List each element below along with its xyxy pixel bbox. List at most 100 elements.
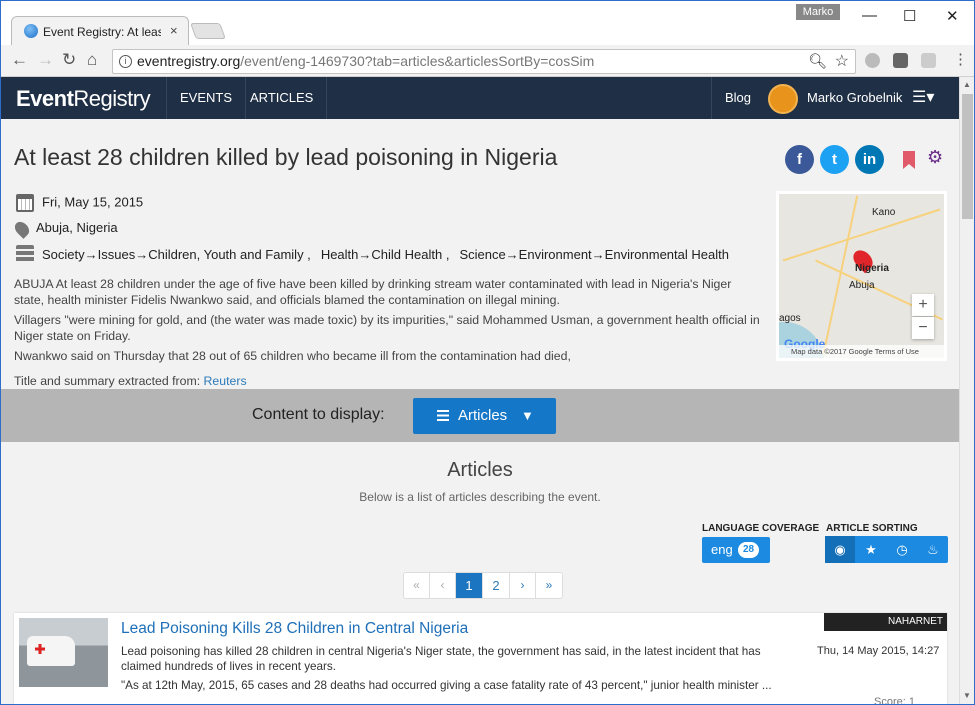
tab-close-button[interactable]: × [170,23,178,38]
reload-icon[interactable]: ↻ [62,50,76,70]
hamburger-menu-icon[interactable]: ☰▾ [912,77,934,119]
content-display-value: Articles [458,407,508,424]
map-terms[interactable]: Terms of Use [875,347,919,356]
article-thumbnail[interactable] [19,618,108,687]
sort-time-icon[interactable]: ◷ [887,536,917,563]
pager-prev[interactable]: ‹ [430,573,456,598]
avatar[interactable] [768,84,798,114]
facebook-icon[interactable]: f [785,145,814,174]
extension-icon[interactable] [921,53,936,68]
source-prefix: Title and summary extracted from: [14,374,201,388]
globe-icon [24,24,38,38]
forward-icon[interactable]: → [37,50,54,70]
map-label: Abuja [849,280,875,291]
event-location: Abuja, Nigeria [36,220,118,235]
category-list: Society→Issues→Children, Youth and Famil… [42,247,739,262]
bookmark-star-icon[interactable]: ☆ [835,50,849,73]
article-source-badge[interactable]: NAHARNET [824,613,947,631]
profile-badge[interactable]: Marko [796,4,840,20]
scrollbar[interactable]: ▲ ▼ [959,77,974,704]
nav-events[interactable]: EVENTS [166,77,247,119]
scroll-up-icon[interactable]: ▲ [963,80,971,89]
article-date: Thu, 14 May 2015, 14:27 [817,645,940,657]
article-body: "As at 12th May, 2015, 65 cases and 28 d… [121,679,772,692]
browser-toolbar: ← → ↻ ⌂ i eventregistry.org/event/eng-14… [1,45,974,77]
extension-icon[interactable] [865,53,880,68]
content-display-dropdown[interactable]: Articles ▼ [413,398,556,434]
linkedin-icon[interactable]: in [855,145,884,174]
minimize-button[interactable]: — [862,7,877,24]
home-icon[interactable]: ⌂ [87,50,97,70]
pager-page-1[interactable]: 1 [456,573,483,598]
article-score: Score: 1 [874,696,915,705]
address-bar[interactable]: i eventregistry.org/event/eng-1469730?ta… [112,49,856,74]
pager-first[interactable]: « [404,573,430,598]
twitter-icon[interactable]: t [820,145,849,174]
map-zoom-in-button[interactable]: + [912,294,934,316]
list-icon [437,410,449,421]
brand-rest: Registry [73,86,151,111]
red-cross-icon [35,644,45,654]
info-icon[interactable]: i [119,55,132,68]
pager-page-2[interactable]: 2 [483,573,510,598]
language-code: eng [711,542,733,557]
sort-star-icon[interactable]: ★ [856,536,886,563]
url-text: eventregistry.org/event/eng-1469730?tab=… [137,50,594,73]
browser-tab[interactable]: Event Registry: At least 2... × [11,16,189,45]
articles-subheading: Below is a list of articles describing t… [359,490,601,504]
gear-icon[interactable]: ⚙ [927,147,943,168]
maximize-button[interactable]: ☐ [903,7,916,25]
location-pin-icon [12,218,32,239]
zoom-icon[interactable]: 🔍︎ [808,50,827,73]
sort-trending-icon[interactable]: ♨ [918,536,948,563]
site-logo[interactable]: EventRegistry [16,86,151,112]
close-window-button[interactable]: ✕ [946,7,959,25]
event-categories-row: Society→Issues→Children, Youth and Famil… [16,245,739,263]
scrollbar-thumb[interactable] [962,94,973,219]
user-name[interactable]: Marko Grobelnik [807,77,902,119]
event-title: At least 28 children killed by lead pois… [14,144,558,170]
map-attribution: Map data ©2017 Google [791,347,873,356]
category-icon [16,245,34,263]
event-map[interactable]: Kano Nigeria Abuja agos + − Google Map d… [776,191,947,361]
map-label: agos [779,313,801,324]
summary-source: Title and summary extracted from: Reuter… [14,374,247,388]
summary-paragraph: Nwankwo said on Thursday that 28 out of … [14,349,571,363]
articles-heading: Articles [447,459,513,481]
url-host: eventregistry.org [137,53,241,69]
back-icon[interactable]: ← [11,50,28,70]
page-content: At least 28 children killed by lead pois… [1,119,959,705]
sort-relevance-icon[interactable]: ◉ [825,536,855,563]
browser-menu-icon[interactable]: ⋮ [953,50,968,70]
category[interactable]: Science→Environment→Environmental Health [459,247,729,262]
article-title[interactable]: Lead Poisoning Kills 28 Children in Cent… [121,620,468,638]
bookmark-icon[interactable] [903,151,915,169]
summary-paragraph: Villagers "were mining for gold, and (th… [14,313,760,343]
nav-blog[interactable]: Blog [711,77,764,119]
nav-articles[interactable]: ARTICLES [237,77,328,119]
pager-next[interactable]: › [510,573,536,598]
extension-icon[interactable] [893,53,908,68]
category[interactable]: Society→Issues→Children, Youth and Famil… [42,247,311,262]
pager-last[interactable]: » [536,573,562,598]
source-link[interactable]: Reuters [204,374,247,388]
chevron-down-icon: ▼ [521,408,534,423]
map-label: Kano [872,207,896,218]
summary-paragraph: ABUJA At least 28 children under the age… [14,277,732,307]
new-tab-button[interactable] [190,23,226,39]
tab-title: Event Registry: At least 2... [43,25,161,39]
event-date: Fri, May 15, 2015 [42,194,144,210]
article-sorting-group: ◉ ★ ◷ ♨ [825,536,948,563]
map-zoom-out-button[interactable]: − [912,317,934,339]
content-display-bar: Content to display: Articles ▼ [1,389,959,442]
article-card: Lead Poisoning Kills 28 Children in Cent… [14,613,947,705]
tab-strip: Event Registry: At least 2... × Marko — … [1,1,974,45]
category[interactable]: Health→Child Health , [321,247,450,262]
article-sorting-label: ARTICLE SORTING [826,523,918,534]
map-footer: Map data ©2017 Google Terms of Use [779,345,944,358]
scroll-down-icon[interactable]: ▼ [963,691,971,700]
language-filter-button[interactable]: eng 28 [702,537,770,563]
event-date-row: Fri, May 15, 2015 [16,194,143,212]
pagination: « ‹ 1 2 › » [403,572,563,599]
url-path: /event/eng-1469730?tab=articles&articles… [240,53,595,69]
